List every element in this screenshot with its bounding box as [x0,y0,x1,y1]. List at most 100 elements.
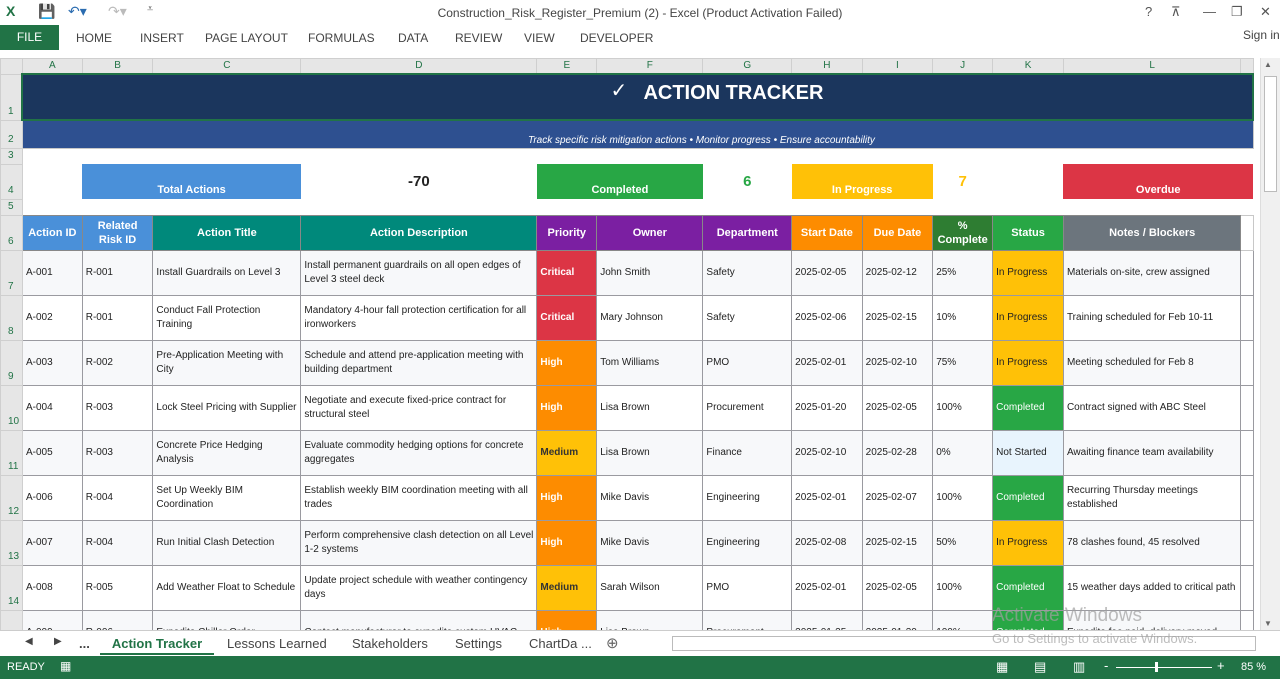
cell-status[interactable]: Completed [992,474,1064,521]
minimize-icon[interactable]: — [1203,4,1216,19]
cell-due-date[interactable]: 2025-02-05 [861,564,934,611]
title-banner[interactable]: ✓ ACTION TRACKER [21,73,1254,121]
cell-action-id[interactable]: A-003 [21,339,83,386]
tab-developer[interactable]: DEVELOPER [580,31,653,45]
cell-action-description[interactable]: Evaluate commodity hedging options for c… [300,429,538,476]
cell-due-date[interactable]: 2025-01-30 [861,609,934,630]
cell--complete[interactable]: 25% [932,249,994,296]
cell--complete[interactable]: 75% [932,339,994,386]
cell-department[interactable]: Engineering [702,519,793,566]
tab-page-layout[interactable]: PAGE LAYOUT [205,31,288,45]
column-header-i[interactable]: I [861,58,934,75]
cell-action-title[interactable]: Pre-Application Meeting with City [152,339,302,386]
cell-action-title[interactable]: Conduct Fall Protection Training [152,294,302,341]
cell-due-date[interactable]: 2025-02-12 [861,249,934,296]
column-header-e[interactable]: E [536,58,598,75]
zoom-level[interactable]: 85 % [1241,661,1266,673]
cell-start-date[interactable]: 2025-02-01 [791,474,863,521]
cell-related-risk-id[interactable]: R-001 [81,249,154,296]
zoom-in-icon[interactable]: + [1217,658,1225,673]
cell-notes-blockers[interactable]: 78 clashes found, 45 resolved [1062,519,1242,566]
cell-owner[interactable]: John Smith [596,249,704,296]
tab-formulas[interactable]: FORMULAS [308,31,375,45]
row-header[interactable]: 9 [0,339,23,386]
cell-related-risk-id[interactable]: R-006 [81,609,154,630]
zoom-out-icon[interactable]: - [1104,658,1108,673]
cell-action-description[interactable]: Establish weekly BIM coordination meetin… [300,474,538,521]
cell-notes-blockers[interactable]: Recurring Thursday meetings established [1062,474,1242,521]
zoom-slider-thumb[interactable] [1155,662,1158,672]
column-header-k[interactable]: K [992,58,1064,75]
cell-action-id[interactable]: A-006 [21,474,83,521]
cell-action-title[interactable]: Set Up Weekly BIM Coordination [152,474,302,521]
next-sheet-icon[interactable]: ▶ [54,636,62,647]
subtitle-banner[interactable]: Track specific risk mitigation actions •… [21,119,1254,149]
new-sheet-icon[interactable]: ⊕ [606,634,619,652]
worksheet-grid[interactable]: ABCDEFGHIJKL 1 ✓ ACTION TRACKER 2 Track … [0,58,1260,630]
restore-icon[interactable]: ❐ [1231,4,1243,20]
cell-start-date[interactable]: 2025-02-08 [791,519,863,566]
sheet-tab-settings[interactable]: Settings [455,636,502,651]
column-header-b[interactable]: B [81,58,154,75]
cell-overflow[interactable] [1240,474,1254,521]
cell-due-date[interactable]: 2025-02-10 [861,339,934,386]
tab-view[interactable]: VIEW [524,31,555,45]
cell-due-date[interactable]: 2025-02-05 [861,384,934,431]
cell-action-title[interactable]: Lock Steel Pricing with Supplier [152,384,302,431]
cell-priority[interactable]: Critical [536,294,598,341]
cell-related-risk-id[interactable]: R-005 [81,564,154,611]
cell-action-id[interactable]: A-007 [21,519,83,566]
cell-notes-blockers[interactable]: Meeting scheduled for Feb 8 [1062,339,1242,386]
cell-overflow[interactable] [1240,249,1254,296]
cell-action-id[interactable]: A-008 [21,564,83,611]
cell-action-title[interactable]: Expedite Chiller Order [152,609,302,630]
cell-owner[interactable]: Mike Davis [596,519,704,566]
row-header[interactable]: 14 [0,564,23,611]
row-header[interactable] [0,609,23,630]
cell-action-title[interactable]: Install Guardrails on Level 3 [152,249,302,296]
cell-owner[interactable]: Mary Johnson [596,294,704,341]
cell--complete[interactable]: 10% [932,294,994,341]
cell-department[interactable]: PMO [702,339,793,386]
close-icon[interactable]: ✕ [1260,4,1271,20]
row-header[interactable]: 7 [0,249,23,296]
cell-overflow[interactable] [1240,519,1254,566]
cell-department[interactable]: Safety [702,249,793,296]
cell-overflow[interactable] [1240,429,1254,476]
cell-action-description[interactable]: Install permanent guardrails on all open… [300,249,538,296]
cell-status[interactable]: In Progress [992,339,1064,386]
cell-due-date[interactable]: 2025-02-28 [861,429,934,476]
cell-action-description[interactable]: Update project schedule with weather con… [300,564,538,611]
cell-status[interactable]: Not Started [992,429,1064,476]
row-header[interactable]: 3 [0,147,23,165]
cell-overflow[interactable] [1240,384,1254,431]
cell-status[interactable]: Completed [992,384,1064,431]
cell-action-title[interactable]: Run Initial Clash Detection [152,519,302,566]
cell-department[interactable]: Finance [702,429,793,476]
cell-start-date[interactable]: 2025-02-06 [791,294,863,341]
cell-start-date[interactable]: 2025-02-05 [791,249,863,296]
cell-due-date[interactable]: 2025-02-15 [861,294,934,341]
row-header[interactable]: 13 [0,519,23,566]
cell-action-description[interactable]: Mandatory 4-hour fall protection certifi… [300,294,538,341]
cell--complete[interactable]: 100% [932,384,994,431]
cell--complete[interactable]: 100% [932,609,994,630]
cell-priority[interactable]: Critical [536,249,598,296]
column-header-g[interactable]: G [702,58,793,75]
help-button[interactable]: ? [1145,4,1152,19]
cell-owner[interactable]: Lisa Brown [596,609,704,630]
cell-action-id[interactable]: A-001 [21,249,83,296]
column-header-h[interactable]: H [791,58,863,75]
cell-department[interactable]: PMO [702,564,793,611]
prev-sheet-icon[interactable]: ◀ [25,636,33,647]
cell-status[interactable]: In Progress [992,249,1064,296]
tab-data[interactable]: DATA [398,31,428,45]
cell-overflow[interactable] [1240,564,1254,611]
cell-priority[interactable]: Medium [536,429,598,476]
cell-action-id[interactable]: A-002 [21,294,83,341]
cell-owner[interactable]: Lisa Brown [596,429,704,476]
cell-owner[interactable]: Mike Davis [596,474,704,521]
row-header[interactable]: 5 [0,198,23,216]
sheet-tab-action-tracker[interactable]: Action Tracker [100,631,214,655]
tab-home[interactable]: HOME [76,31,112,45]
